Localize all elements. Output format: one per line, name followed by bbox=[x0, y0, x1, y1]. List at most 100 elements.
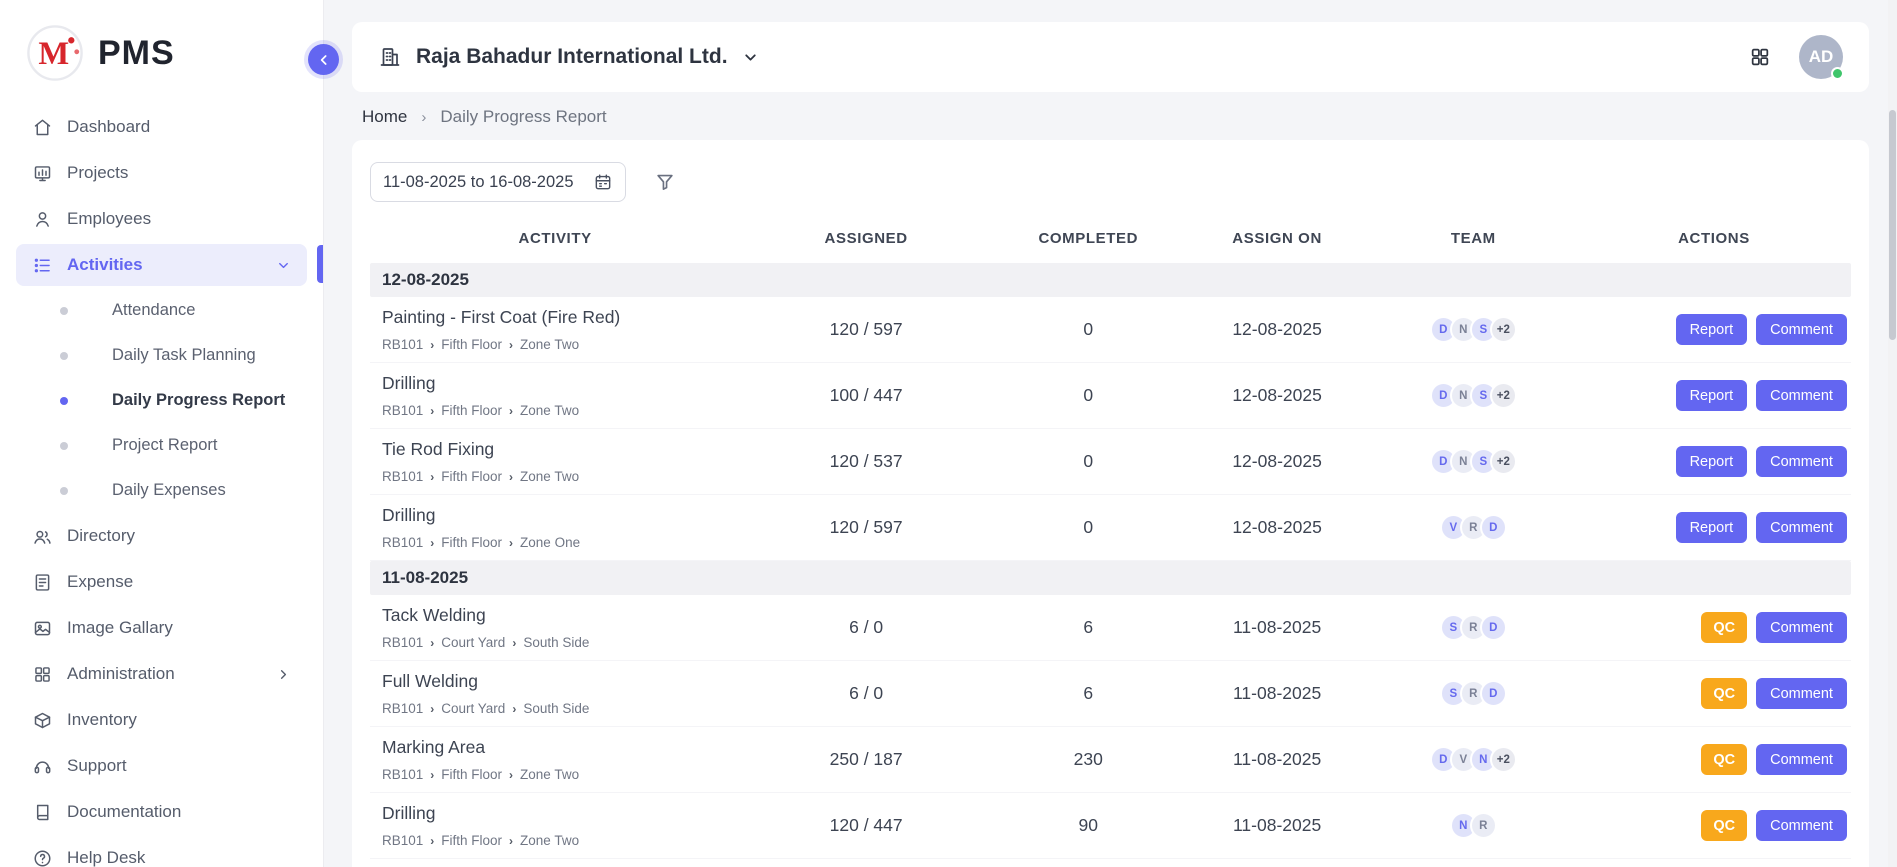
qc-button[interactable]: QC bbox=[1701, 744, 1747, 775]
report-button[interactable]: Report bbox=[1676, 446, 1748, 477]
sidebar-item-daily-progress-report[interactable]: Daily Progress Report bbox=[0, 378, 323, 423]
row-actions: Report Comment bbox=[1577, 446, 1851, 477]
chevron-right-icon: › bbox=[430, 536, 434, 550]
image-gallery-icon bbox=[32, 618, 53, 639]
sidebar-item-dashboard[interactable]: Dashboard bbox=[0, 104, 323, 150]
sidebar-item-image-gallary[interactable]: Image Gallary bbox=[0, 605, 323, 651]
team-avatar: D bbox=[1480, 614, 1507, 641]
comment-button[interactable]: Comment bbox=[1756, 512, 1847, 543]
chevron-right-icon: › bbox=[430, 768, 434, 782]
qc-button[interactable]: QC bbox=[1701, 810, 1747, 841]
activity-path: RB101›Fifth Floor›Zone Two bbox=[382, 337, 732, 352]
assigned-value: 120 / 597 bbox=[740, 517, 992, 538]
sidebar-item-daily-task-planning[interactable]: Daily Task Planning bbox=[0, 333, 323, 378]
team-avatars: DNS+2 bbox=[1370, 448, 1577, 475]
activity-cell: Tie Rod Fixing RB101›Fifth Floor›Zone Tw… bbox=[370, 431, 740, 492]
team-avatar: D bbox=[1480, 514, 1507, 541]
team-more-badge[interactable]: +2 bbox=[1490, 448, 1517, 475]
filter-button[interactable] bbox=[654, 171, 676, 193]
activities-submenu: Attendance Daily Task Planning Daily Pro… bbox=[0, 288, 323, 513]
calendar-icon bbox=[593, 172, 613, 192]
sidebar-item-activities[interactable]: Activities bbox=[0, 242, 323, 288]
sidebar-item-expense[interactable]: Expense bbox=[0, 559, 323, 605]
team-avatars: DNS+2 bbox=[1370, 316, 1577, 343]
chevron-right-icon: › bbox=[509, 834, 513, 848]
assign-on-value: 11-08-2025 bbox=[1185, 617, 1370, 638]
sidebar-item-directory[interactable]: Directory bbox=[0, 513, 323, 559]
sidebar-item-label: Expense bbox=[67, 572, 133, 592]
completed-value: 0 bbox=[992, 319, 1185, 340]
projects-icon bbox=[32, 163, 53, 184]
filter-row: 11-08-2025 to 16-08-2025 bbox=[370, 162, 1851, 202]
comment-button[interactable]: Comment bbox=[1756, 612, 1847, 643]
activity-row: Painting - First Coat (Fire Red) RB101›F… bbox=[370, 297, 1851, 363]
team-more-badge[interactable]: +2 bbox=[1490, 746, 1517, 773]
path-segment: RB101 bbox=[382, 535, 423, 550]
team-avatars: DNS+2 bbox=[1370, 382, 1577, 409]
sidebar-item-attendance[interactable]: Attendance bbox=[0, 288, 323, 333]
date-range-input[interactable]: 11-08-2025 to 16-08-2025 bbox=[370, 162, 626, 202]
scrollbar-thumb[interactable] bbox=[1889, 110, 1896, 340]
activity-path: RB101›Fifth Floor›Zone One bbox=[382, 535, 732, 550]
sidebar-item-label: Activities bbox=[67, 255, 143, 275]
sidebar-collapse-button[interactable] bbox=[308, 44, 339, 75]
column-header-activity: ACTIVITY bbox=[370, 230, 740, 247]
sidebar-item-label: Administration bbox=[67, 664, 175, 684]
comment-button[interactable]: Comment bbox=[1756, 314, 1847, 345]
column-header-team: TEAM bbox=[1370, 230, 1577, 247]
chevron-left-icon bbox=[316, 52, 332, 68]
team-more-badge[interactable]: +2 bbox=[1490, 382, 1517, 409]
activity-row: Marking Area RB101›Fifth Floor›Zone Two … bbox=[370, 727, 1851, 793]
assign-on-value: 12-08-2025 bbox=[1185, 319, 1370, 340]
sidebar-item-daily-expenses[interactable]: Daily Expenses bbox=[0, 468, 323, 513]
comment-button[interactable]: Comment bbox=[1756, 678, 1847, 709]
column-header-assigned: ASSIGNED bbox=[740, 230, 992, 247]
expense-icon bbox=[32, 572, 53, 593]
inventory-icon bbox=[32, 710, 53, 731]
assigned-value: 6 / 0 bbox=[740, 617, 992, 638]
assign-on-value: 11-08-2025 bbox=[1185, 683, 1370, 704]
qc-button[interactable]: QC bbox=[1701, 678, 1747, 709]
sidebar-item-help-desk[interactable]: Help Desk bbox=[0, 835, 323, 867]
comment-button[interactable]: Comment bbox=[1756, 380, 1847, 411]
comment-button[interactable]: Comment bbox=[1756, 810, 1847, 841]
user-avatar[interactable]: AD bbox=[1799, 35, 1843, 79]
apps-grid-button[interactable] bbox=[1749, 46, 1771, 68]
sidebar-item-project-report[interactable]: Project Report bbox=[0, 423, 323, 468]
report-button[interactable]: Report bbox=[1676, 314, 1748, 345]
sidebar-item-support[interactable]: Support bbox=[0, 743, 323, 789]
breadcrumb-home-link[interactable]: Home bbox=[362, 107, 407, 127]
qc-button[interactable]: QC bbox=[1701, 612, 1747, 643]
sidebar-item-employees[interactable]: Employees bbox=[0, 196, 323, 242]
path-segment: Zone Two bbox=[520, 767, 579, 782]
app-name: PMS bbox=[98, 34, 175, 73]
sidebar-item-label: Inventory bbox=[67, 710, 137, 730]
comment-button[interactable]: Comment bbox=[1756, 744, 1847, 775]
path-segment: Zone Two bbox=[520, 337, 579, 352]
activity-path: RB101›Court Yard›South Side bbox=[382, 701, 732, 716]
sidebar-item-documentation[interactable]: Documentation bbox=[0, 789, 323, 835]
sidebar-item-label: Projects bbox=[67, 163, 128, 183]
table-header-row: ACTIVITY ASSIGNED COMPLETED ASSIGN ON TE… bbox=[370, 224, 1851, 263]
sidebar-item-projects[interactable]: Projects bbox=[0, 150, 323, 196]
sidebar-item-inventory[interactable]: Inventory bbox=[0, 697, 323, 743]
path-segment: RB101 bbox=[382, 833, 423, 848]
path-segment: Zone One bbox=[520, 535, 580, 550]
sidebar-item-administration[interactable]: Administration bbox=[0, 651, 323, 697]
group-date: 11-08-2025 bbox=[382, 568, 468, 588]
comment-button[interactable]: Comment bbox=[1756, 446, 1847, 477]
row-actions: QC Comment bbox=[1577, 678, 1851, 709]
chevron-right-icon: › bbox=[430, 338, 434, 352]
activity-name: Drilling bbox=[382, 803, 732, 824]
sidebar-item-label: Directory bbox=[67, 526, 135, 546]
page-scrollbar[interactable] bbox=[1888, 0, 1897, 867]
report-button[interactable]: Report bbox=[1676, 380, 1748, 411]
report-button[interactable]: Report bbox=[1676, 512, 1748, 543]
activity-name: Drilling bbox=[382, 373, 732, 394]
team-more-badge[interactable]: +2 bbox=[1490, 316, 1517, 343]
assign-on-value: 11-08-2025 bbox=[1185, 815, 1370, 836]
chevron-right-icon: › bbox=[512, 702, 516, 716]
sidebar-item-label: Help Desk bbox=[67, 848, 145, 867]
company-selector[interactable]: Raja Bahadur International Ltd. bbox=[378, 45, 759, 69]
home-icon bbox=[32, 117, 53, 138]
